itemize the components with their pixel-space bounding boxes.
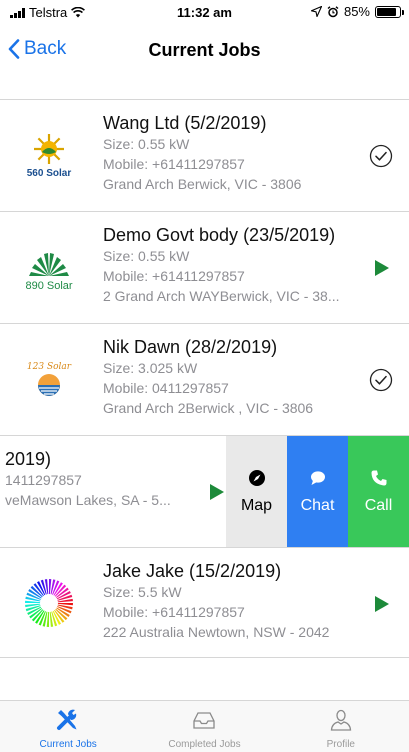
job-info: Nik Dawn (28/2/2019) Size: 3.025 kW Mobi… bbox=[103, 336, 373, 418]
status-icons: 85% bbox=[310, 4, 404, 19]
job-row-content: 123 Solar Nik Dawn (28/2/2019) Size: 3.0… bbox=[0, 324, 409, 435]
company-logo: 123 Solar bbox=[18, 346, 80, 412]
job-title: Wang Ltd (5/2/2019) bbox=[103, 113, 267, 133]
tab-label: Completed Jobs bbox=[168, 739, 241, 750]
logo-text: 890 Solar bbox=[25, 280, 73, 292]
rays-logo-icon bbox=[29, 253, 69, 276]
job-size: Size: 0.55 kW bbox=[103, 248, 190, 264]
profile-icon bbox=[330, 709, 352, 731]
job-mobile: Mobile: +61411297857 bbox=[103, 268, 245, 284]
call-button[interactable]: Call bbox=[348, 436, 409, 547]
location-arrow-icon bbox=[310, 6, 322, 17]
company-logo bbox=[18, 570, 80, 636]
job-mobile: Mobile: +61411297857 bbox=[103, 604, 245, 620]
map-label: Map bbox=[240, 496, 273, 514]
tab-label: Profile bbox=[326, 739, 355, 750]
nav-bar: Back Current Jobs bbox=[0, 24, 409, 100]
company-logo: 560 Solar bbox=[18, 122, 80, 188]
play-icon[interactable] bbox=[369, 256, 393, 280]
job-row[interactable]: 123 Solar Nik Dawn (28/2/2019) Size: 3.0… bbox=[0, 324, 409, 436]
play-icon[interactable] bbox=[204, 480, 228, 504]
chat-button[interactable]: Chat bbox=[287, 436, 348, 547]
sun-logo-icon bbox=[34, 133, 64, 164]
chat-bubble-icon bbox=[310, 470, 325, 485]
job-size: Size: 5.5 kW bbox=[103, 584, 182, 600]
job-address: 222 Australia Newtown, NSW - 2042 bbox=[103, 624, 330, 640]
job-address: Grand Arch Berwick, VIC - 3806 bbox=[103, 176, 302, 192]
chat-label: Chat bbox=[300, 496, 335, 514]
tab-label: Current Jobs bbox=[39, 739, 97, 750]
job-address: 2 Grand Arch WAYBerwick, VIC - 38... bbox=[103, 288, 340, 304]
status-bar: Telstra 11:32 am 85% bbox=[0, 0, 409, 24]
job-row-content: 890 Solar Demo Govt body (23/5/2019) Siz… bbox=[0, 212, 409, 323]
job-address: Grand Arch 2Berwick , VIC - 3806 bbox=[103, 400, 314, 416]
tools-icon bbox=[57, 709, 77, 730]
tab-bar: Current Jobs Completed Jobs Profile bbox=[0, 700, 409, 752]
job-title: Jake Jake (15/2/2019) bbox=[103, 561, 282, 581]
map-button[interactable]: Map bbox=[226, 436, 287, 547]
job-mobile: Mobile: +61411297857 bbox=[103, 156, 245, 172]
job-row[interactable]: Jake Jake (15/2/2019) Size: 5.5 kW Mobil… bbox=[0, 548, 409, 658]
job-title: Demo Govt body (23/5/2019) bbox=[103, 225, 336, 245]
job-list: 560 Solar Wang Ltd (5/2/2019) Size: 0.55… bbox=[0, 100, 409, 658]
job-size: Size: 3.025 kW bbox=[103, 360, 198, 376]
starburst-logo-icon bbox=[25, 579, 73, 627]
inbox-icon bbox=[193, 712, 216, 729]
check-circle-icon bbox=[369, 368, 393, 392]
job-info: Jake Jake (15/2/2019) Size: 5.5 kW Mobil… bbox=[103, 560, 373, 642]
phone-icon bbox=[371, 470, 386, 485]
page-title: Current Jobs bbox=[148, 40, 261, 60]
battery-percent: 85% bbox=[343, 4, 370, 19]
logo-text: 560 Solar bbox=[26, 167, 72, 179]
play-icon[interactable] bbox=[369, 592, 393, 616]
check-circle-icon bbox=[369, 144, 393, 168]
swipe-actions: Map Chat Call bbox=[226, 436, 409, 547]
job-row-content: Jake Jake (15/2/2019) Size: 5.5 kW Mobil… bbox=[0, 548, 409, 657]
job-size: Size: 0.55 kW bbox=[103, 136, 190, 152]
logo-lettering: 123 Solar bbox=[27, 362, 72, 372]
job-title: Nik Dawn (28/2/2019) bbox=[103, 337, 278, 357]
job-row[interactable]: 890 Solar Demo Govt body (23/5/2019) Siz… bbox=[0, 212, 409, 324]
battery-fill bbox=[377, 7, 396, 16]
tab-profile[interactable]: Profile bbox=[273, 701, 409, 752]
company-logo: 890 Solar bbox=[18, 234, 80, 300]
job-info: Demo Govt body (23/5/2019) Size: 0.55 kW… bbox=[103, 224, 373, 306]
job-info: Wang Ltd (5/2/2019) Size: 0.55 kW Mobile… bbox=[103, 112, 373, 194]
job-row-content: 560 Solar Wang Ltd (5/2/2019) Size: 0.55… bbox=[0, 100, 409, 211]
tab-current-jobs[interactable]: Current Jobs bbox=[0, 701, 136, 752]
compass-icon bbox=[248, 469, 265, 486]
job-mobile: Mobile: 0411297857 bbox=[103, 380, 229, 396]
call-label: Call bbox=[364, 496, 393, 514]
sunrise-logo-icon: 123 Solar bbox=[27, 362, 72, 396]
battery-icon bbox=[375, 5, 404, 18]
tab-completed-jobs[interactable]: Completed Jobs bbox=[136, 701, 272, 752]
alarm-icon bbox=[327, 5, 339, 17]
job-row[interactable]: 560 Solar Wang Ltd (5/2/2019) Size: 0.55… bbox=[0, 100, 409, 212]
job-row-swiped[interactable]: 2019) 1411297857 veMawson Lakes, SA - 5.… bbox=[0, 436, 409, 548]
